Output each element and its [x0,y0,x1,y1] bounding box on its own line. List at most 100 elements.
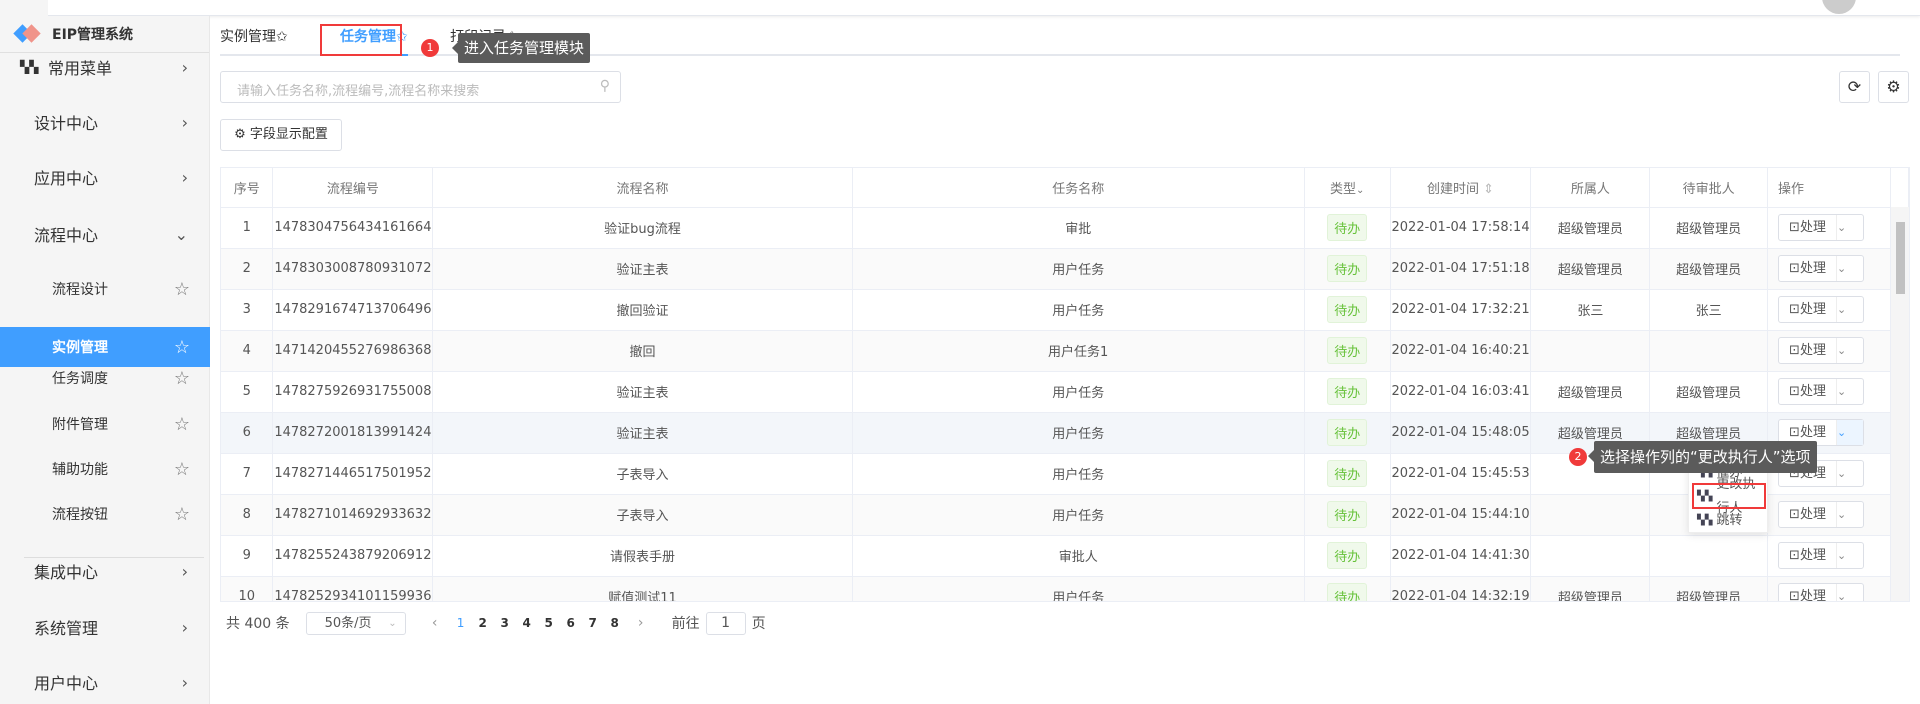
sidebar-item-7[interactable]: 附件管理 ☆ [0,404,210,444]
table-row[interactable]: 4 1471420455276986368 撤回 用户任务1 待办 2022-01-04 … [221,330,1909,372]
field-config-button[interactable]: ⚙ 字段显示配置 [220,119,342,151]
row-index: 8 [221,494,274,536]
star-icon[interactable]: ☆ [174,414,190,435]
chevron-down-icon[interactable]: ⌄ [1837,256,1863,281]
star-icon[interactable]: ☆ [174,504,190,525]
settings-button[interactable]: ⚙ [1878,71,1909,103]
prev-page-button[interactable]: ‹ [420,615,450,631]
chevron-down-icon[interactable]: ⌄ [1837,502,1863,527]
process-button[interactable]: ⊡处理 [1779,379,1837,404]
chevron-down-icon[interactable]: ⌄ [1837,584,1863,601]
process-id: 1478272001813991424 [272,412,434,454]
table-row[interactable]: 1 1478304756434161664 验证bug流程 审批 待办 2022-01-0… [221,207,1909,249]
created-time: 2022-01-04 14:41:30 [1390,535,1532,577]
page-4[interactable]: 4 [516,616,538,630]
col-created-time[interactable]: 创建时间 ⇕ [1390,168,1532,208]
chevron-icon: › [181,112,188,132]
search-placeholder: 请输入任务名称,流程编号,流程名称来搜索 [237,84,480,99]
table-row[interactable]: 5 1478275926931755008 验证主表 用户任务 待办 2022-01-04… [221,371,1909,413]
process-name: 子表导入 [432,453,853,495]
process-id: 1478255243879206912 [272,535,434,577]
sidebar-item-0[interactable]: ▚▚ 常用菜单 › [0,47,210,87]
process-button[interactable]: ⊡处理 [1779,502,1837,527]
process-id: 1478271446517501952 [272,453,434,495]
page-5[interactable]: 5 [538,616,560,630]
process-split-button[interactable]: ⊡处理 ⌄ [1778,583,1864,601]
refresh-button[interactable]: ⟳ [1839,71,1870,103]
row-index: 9 [221,535,274,577]
sidebar-item-label: 附件管理 [52,417,108,433]
process-button[interactable]: ⊡处理 [1779,338,1837,363]
chevron-icon: ⌄ [174,224,188,244]
table-row[interactable]: 2 1478303008780931072 验证主表 用户任务 待办 2022-01-04… [221,248,1909,290]
chevron-down-icon[interactable]: ⌄ [1837,543,1863,568]
page-3[interactable]: 3 [494,616,516,630]
page-size-select[interactable]: 50条/页 ⌄ [305,611,406,635]
process-button[interactable]: ⊡处理 [1779,215,1837,240]
chevron-down-icon[interactable]: ⌄ [1837,215,1863,240]
chevron-down-icon[interactable]: ⌄ [1836,420,1863,445]
process-split-button[interactable]: ⊡处理 ⌄ [1778,542,1864,569]
process-name: 撤回 [432,330,853,372]
sidebar-item-4[interactable]: 流程设计 ☆ [0,269,210,309]
page-7[interactable]: 7 [582,616,604,630]
col-type[interactable]: 类型⌄ [1304,168,1391,208]
avatar[interactable] [1822,0,1856,14]
sidebar-item-8[interactable]: 辅助功能 ☆ [0,449,210,489]
created-time: 2022-01-04 16:03:41 [1390,371,1532,413]
col-process-name: 流程名称 [432,168,853,208]
row-index: 2 [221,248,274,290]
process-split-button[interactable]: ⊡处理 ⌄ [1778,296,1864,323]
star-icon[interactable]: ☆ [174,279,190,300]
star-icon[interactable]: ☆ [174,368,190,389]
process-split-button[interactable]: ⊡处理 ⌄ [1778,378,1864,405]
search-input[interactable]: 请输入任务名称,流程编号,流程名称来搜索 ⚲ [220,71,621,103]
chevron-down-icon[interactable]: ⌄ [1837,461,1863,486]
table-row[interactable]: 10 1478252934101159936 赋值测试11 用户任务 待办 2022-01… [221,576,1909,601]
process-name: 请假表手册 [432,535,853,577]
annotation-badge: 1 [421,39,439,57]
process-split-button[interactable]: ⊡处理 ⌄ [1778,214,1864,241]
process-button[interactable]: ⊡处理 [1779,543,1837,568]
created-time: 2022-01-04 15:45:53 [1390,453,1532,495]
goto-suffix: 页 [751,616,766,632]
process-button[interactable]: ⊡处理 [1779,297,1837,322]
task-name: 审批人 [852,535,1305,577]
search-icon[interactable]: ⚲ [600,78,610,94]
sidebar-item-1[interactable]: 设计中心 › [0,102,210,142]
page-8[interactable]: 8 [604,616,626,630]
sidebar-item-3[interactable]: 流程中心 ⌄ [0,214,210,254]
owner: 超级管理员 [1530,207,1651,249]
star-icon[interactable]: ☆ [174,337,190,358]
task-name: 用户任务 [852,289,1305,331]
process-name: 验证bug流程 [432,207,853,249]
star-icon[interactable]: ☆ [174,459,190,480]
process-button[interactable]: ⊡处理 [1779,584,1837,601]
page-2[interactable]: 2 [472,616,494,630]
sidebar-item-9[interactable]: 流程按钮 ☆ [0,494,210,534]
table-row[interactable]: 8 1478271014692933632 子表导入 用户任务 待办 2022-01-04… [221,494,1909,536]
process-button[interactable]: ⊡处理 [1779,256,1837,281]
next-page-button[interactable]: › [626,615,656,631]
approver [1649,330,1769,372]
sidebar-item-6[interactable]: 任务调度 ☆ [0,358,210,398]
table-scrollbar[interactable] [1891,207,1909,601]
goto-page-input[interactable]: 1 [705,611,746,635]
chevron-down-icon[interactable]: ⌄ [1837,338,1863,363]
table-row[interactable]: 9 1478255243879206912 请假表手册 审批人 待办 2022-01-04… [221,535,1909,577]
sidebar-item-11[interactable]: 系统管理 › [0,607,210,647]
sidebar-item-12[interactable]: 用户中心 › [0,662,210,702]
page-1[interactable]: 1 [450,616,472,630]
process-split-button[interactable]: ⊡处理 ⌄ [1778,255,1864,282]
field-config-label: 字段显示配置 [249,127,328,142]
table-row[interactable]: 3 1478291674713706496 撤回验证 用户任务 待办 2022-01-04… [221,289,1909,331]
tab-instance-management[interactable]: 实例管理✩ [220,26,288,46]
process-split-button[interactable]: ⊡处理 ⌄ [1778,501,1864,528]
page-6[interactable]: 6 [560,616,582,630]
created-time: 2022-01-04 15:48:05 [1390,412,1532,454]
process-split-button[interactable]: ⊡处理 ⌄ [1778,337,1864,364]
sidebar-item-2[interactable]: 应用中心 › [0,157,210,197]
chevron-down-icon[interactable]: ⌄ [1837,297,1863,322]
process-id: 1478304756434161664 [272,207,434,249]
chevron-down-icon[interactable]: ⌄ [1837,379,1863,404]
